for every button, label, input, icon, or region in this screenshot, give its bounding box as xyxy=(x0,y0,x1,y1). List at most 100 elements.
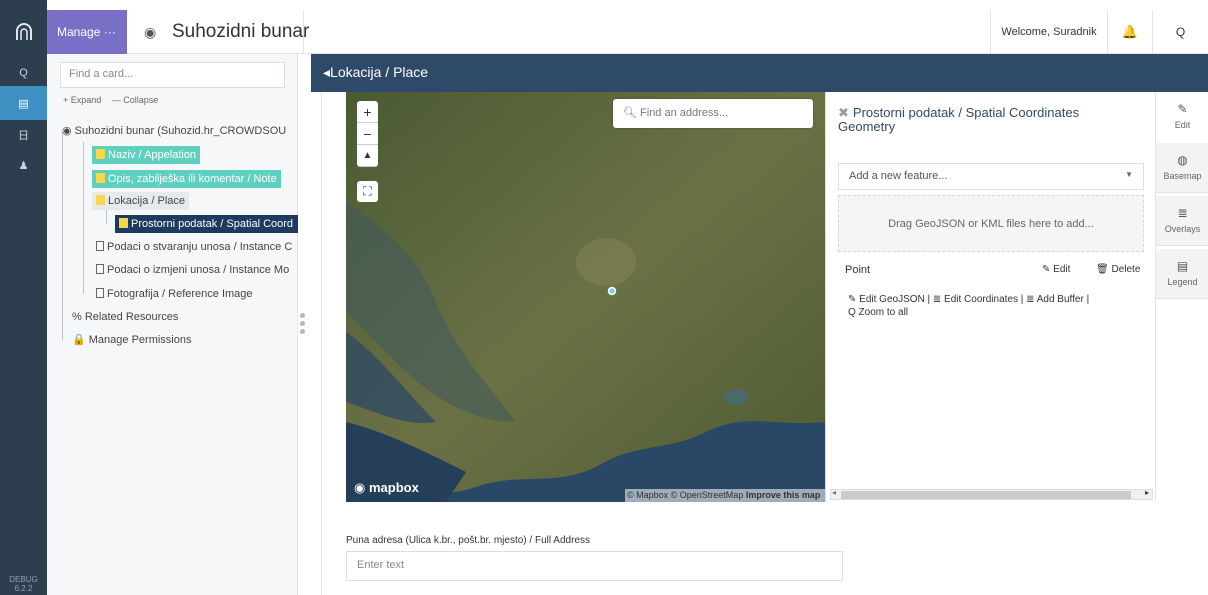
folder-icon xyxy=(119,218,128,228)
tree-node-label: Fotografija / Reference Image xyxy=(107,288,253,300)
map-canvas[interactable] xyxy=(346,92,825,502)
tree-node-label: Manage Permissions xyxy=(88,334,192,346)
topbar-divider xyxy=(303,10,304,54)
tree-node-manage-permissions[interactable]: 🔒 Manage Permissions xyxy=(72,331,191,349)
delete-label: Delete xyxy=(1111,264,1141,275)
debug-version: DEBUG 6.2.2 xyxy=(9,575,38,593)
icon-rail: Q ▤ 日 ♟ DEBUG 6.2.2 xyxy=(0,0,47,595)
list-icon: ≣ xyxy=(1177,206,1188,220)
zoom-out-button[interactable]: − xyxy=(357,123,378,145)
point-marker[interactable] xyxy=(607,286,617,296)
close-icon[interactable]: ✖ xyxy=(838,105,849,120)
tool-legend[interactable]: ▤ Legend xyxy=(1156,249,1208,299)
find-card-input[interactable]: Find a card... xyxy=(60,62,285,88)
fullscreen-icon[interactable]: ⛶ xyxy=(357,181,378,202)
scroll-right-icon[interactable]: ▸ xyxy=(1145,488,1149,497)
scroll-left-icon[interactable]: ◂ xyxy=(832,488,836,497)
tool-label: Basemap xyxy=(1163,171,1202,181)
search-icon[interactable]: Q xyxy=(1152,10,1208,54)
map-attribution: © Mapbox © OpenStreetMap Improve this ma… xyxy=(625,489,825,502)
tree-node-appelation[interactable]: Naziv / Appelation xyxy=(92,146,201,164)
edit-feature-button[interactable]: ✎ Edit xyxy=(1042,264,1070,275)
add-feature-select[interactable]: Add a new feature... ▼ xyxy=(838,163,1144,190)
folder-icon xyxy=(96,195,105,205)
zoom-to-all-link[interactable]: Q Zoom to all xyxy=(848,307,908,318)
satellite-imagery xyxy=(346,92,825,502)
zoom-in-button[interactable]: + xyxy=(357,101,378,123)
full-address-label: Puna adresa (Ulica k.br., pošt.br. mjest… xyxy=(346,535,590,546)
document-icon xyxy=(96,288,104,298)
tool-label: Edit xyxy=(1174,120,1191,130)
tree-node-instance-creation[interactable]: Podaci o stvaranju unosa / Instance C xyxy=(96,238,292,256)
eye-icon: ◉ xyxy=(144,24,157,40)
tree-node-reference-image[interactable]: Fotografija / Reference Image xyxy=(96,285,253,303)
tree-root-node[interactable]: ◉ Suhozidni bunar (Suhozid.hr_CROWDSOU xyxy=(62,122,286,140)
manage-button[interactable]: Manage ··· xyxy=(47,10,127,54)
tree-node-label: Naziv / Appelation xyxy=(108,149,197,161)
editor-nav-icon[interactable]: ▤ xyxy=(0,86,47,120)
pencil-icon: ✎ xyxy=(1042,264,1051,275)
scrollbar-thumb[interactable] xyxy=(841,491,1131,499)
back-arrow-icon[interactable]: ◂ xyxy=(323,64,330,80)
expand-collapse-row: + Expand — Collapse xyxy=(63,95,166,105)
address-search-input[interactable]: 🔍︎ Find an address... xyxy=(613,99,813,128)
full-address-input[interactable]: Enter text xyxy=(346,551,843,581)
delete-feature-button[interactable]: 🗑︎ Delete xyxy=(1096,264,1140,275)
tree-node-note[interactable]: Opis, zabilješka ili komentar / Note xyxy=(92,170,281,188)
feature-type-label: Point xyxy=(845,264,871,276)
tool-basemap[interactable]: ◍ Basemap xyxy=(1156,143,1208,193)
folder-icon xyxy=(96,173,105,183)
tool-overlays[interactable]: ≣ Overlays xyxy=(1156,196,1208,246)
pencil-icon: ✎ xyxy=(1177,102,1188,116)
tree-node-place[interactable]: Lokacija / Place xyxy=(92,192,190,210)
compass-button[interactable]: ▲ xyxy=(357,145,378,167)
drag-handle-icon[interactable] xyxy=(300,313,306,337)
tree-node-instance-modification[interactable]: Podaci o izmjeni unosa / Instance Mo xyxy=(96,261,289,279)
arches-logo-icon[interactable] xyxy=(0,10,47,54)
globe-icon: ◍ xyxy=(1177,153,1188,167)
search-nav-icon[interactable]: Q xyxy=(0,56,47,90)
tree-line xyxy=(106,208,107,224)
tree-node-label: Lokacija / Place xyxy=(108,195,186,207)
link-icon: % xyxy=(72,311,82,323)
bell-icon[interactable]: 🔔 xyxy=(1107,10,1152,54)
card-header-title: Lokacija / Place xyxy=(330,64,429,80)
document-icon xyxy=(96,241,104,251)
mapbox-logo-icon: ◉ xyxy=(354,480,366,495)
tree-node-related-resources[interactable]: % Related Resources xyxy=(72,308,178,326)
feature-actions: ✎ Edit GeoJSON | ≣ Edit Coordinates | ≣ … xyxy=(848,293,1118,319)
expand-button[interactable]: + Expand xyxy=(63,95,101,105)
edit-label: Edit xyxy=(1053,264,1071,275)
card-header: ◂Lokacija / Place xyxy=(311,54,1208,92)
zoom-controls: + − ▲ xyxy=(357,101,378,167)
tree-node-spatial-coordinates[interactable]: Prostorni podatak / Spatial Coord xyxy=(115,215,298,233)
arch-logo-icon xyxy=(15,23,32,40)
tool-edit[interactable]: ✎ Edit xyxy=(1156,92,1208,142)
tree-line xyxy=(62,132,63,340)
attribution-text[interactable]: © Mapbox © OpenStreetMap xyxy=(627,490,746,500)
search-icon: 🔍︎ xyxy=(623,107,637,119)
tree-node-label: Podaci o izmjeni unosa / Instance Mo xyxy=(107,264,290,276)
tree-node-label: Opis, zabilješka ili komentar / Note xyxy=(108,173,277,185)
tree-line xyxy=(83,142,84,294)
tree-node-label: Suhozidni bunar (Suhozid.hr_CROWDSOU xyxy=(74,125,287,137)
user-nav-icon[interactable]: ♟ xyxy=(0,148,47,182)
graph-nav-icon[interactable]: 日 xyxy=(0,118,47,152)
top-bar: ◉ Suhozidni bunar Welcome, Suradnik 🔔 Q xyxy=(127,10,1208,54)
geojson-dropzone[interactable]: Drag GeoJSON or KML files here to add... xyxy=(838,195,1144,252)
feature-action-links[interactable]: ✎ Edit GeoJSON | ≣ Edit Coordinates | ≣ … xyxy=(848,294,1089,305)
mapbox-logo-text: mapbox xyxy=(368,480,419,495)
tree-node-label: Podaci o stvaranju unosa / Instance C xyxy=(107,241,293,253)
add-feature-value: Add a new feature... xyxy=(849,170,948,182)
document-icon xyxy=(96,264,104,274)
geometry-panel: ✖ Prostorni podatak / Spatial Coordinates… xyxy=(825,92,1155,502)
improve-map-link[interactable]: Improve this map xyxy=(746,490,821,500)
trash-icon: 🗑︎ xyxy=(1096,264,1109,275)
horizontal-scrollbar[interactable]: ◂ ▸ xyxy=(830,488,1153,500)
app-root: Q ▤ 日 ♟ DEBUG 6.2.2 Manage ··· ◉ Suhozid… xyxy=(0,0,1208,595)
welcome-user-link[interactable]: Welcome, Suradnik xyxy=(990,10,1107,54)
collapse-button[interactable]: — Collapse xyxy=(112,95,159,105)
tool-label: Overlays xyxy=(1164,224,1201,234)
legend-icon: ▤ xyxy=(1176,259,1189,273)
chevron-down-icon: ▼ xyxy=(1125,170,1133,179)
